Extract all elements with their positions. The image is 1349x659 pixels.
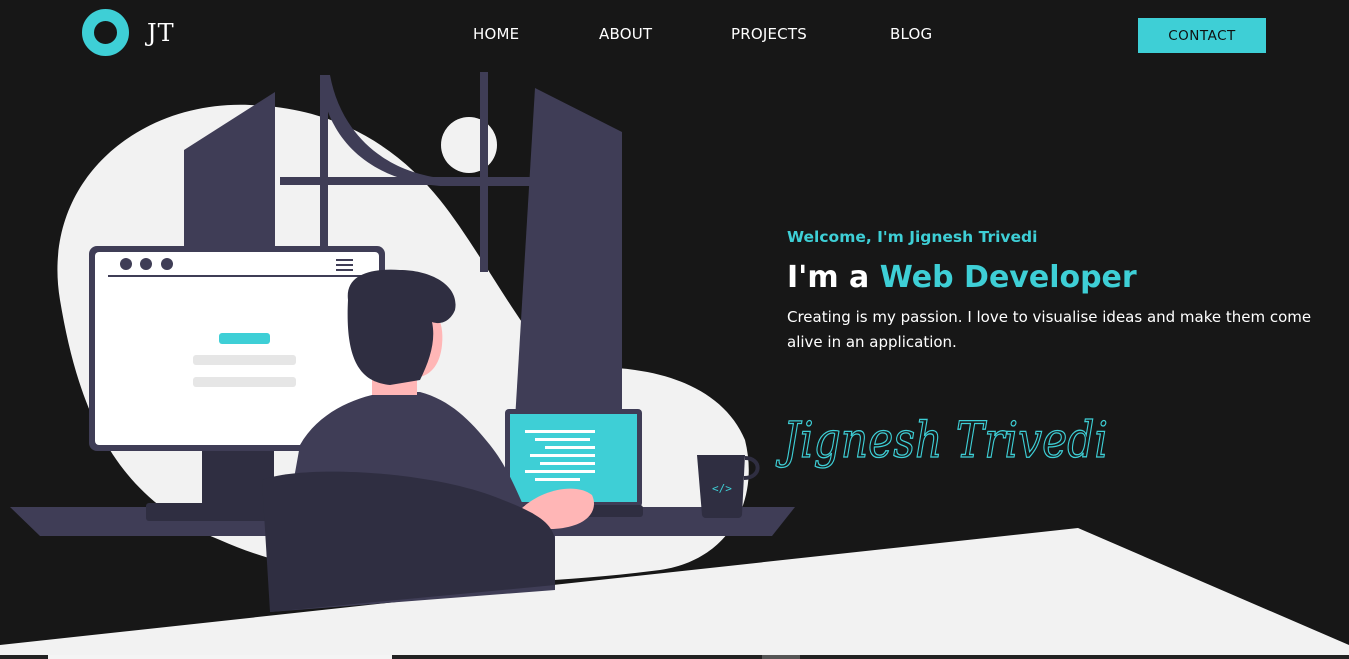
nav-blog[interactable]: BLOG: [890, 25, 932, 43]
nav-about[interactable]: ABOUT: [599, 25, 652, 43]
hero-description: Creating is my passion. I love to visual…: [787, 308, 1312, 351]
signature: Jignesh Trivedi: [775, 410, 1109, 469]
mug-code-icon: </>: [712, 482, 732, 495]
headline-accent: Web Developer: [879, 260, 1137, 295]
bottom-bar-segment: [762, 655, 800, 659]
nav-projects[interactable]: PROJECTS: [731, 25, 807, 43]
window-frame-right: [515, 88, 622, 420]
signature-text: Jignesh Trivedi: [775, 411, 1108, 469]
contact-button[interactable]: CONTACT: [1138, 18, 1266, 53]
window-bar-vertical: [480, 72, 488, 272]
hero-section: Welcome, I'm Jignesh Trivedi I'm a Web D…: [787, 228, 1349, 355]
bottom-bar: [0, 655, 1349, 659]
window-bar-horizontal: [280, 177, 530, 185]
nav-home[interactable]: HOME: [473, 25, 519, 43]
headline-prefix: I'm a: [787, 260, 880, 295]
welcome-text: Welcome, I'm Jignesh Trivedi: [787, 228, 1038, 246]
window-bar-left: [320, 75, 328, 275]
headline: I'm a Web Developer: [787, 260, 1349, 295]
bottom-bar-segment: [48, 655, 392, 659]
moon-shape: [441, 117, 497, 173]
developer-illustration: </>: [10, 72, 795, 612]
